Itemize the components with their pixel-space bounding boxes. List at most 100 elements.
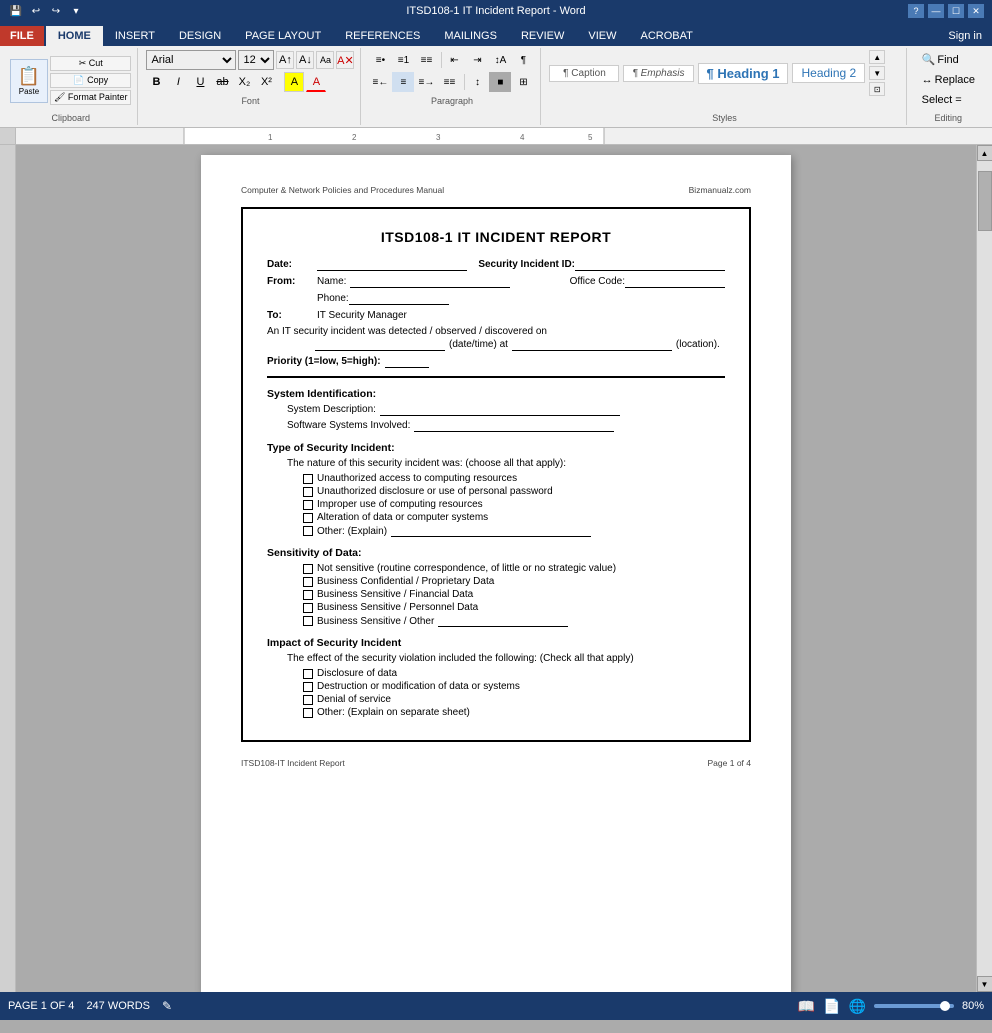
zoom-thumb[interactable] — [940, 1001, 950, 1011]
style-caption[interactable]: ¶ Caption — [549, 65, 619, 82]
styles-scroll-up[interactable]: ▲ — [869, 50, 885, 64]
checkbox-icon[interactable] — [303, 590, 313, 600]
priority-field[interactable] — [385, 356, 429, 368]
date-field[interactable] — [317, 259, 467, 271]
vertical-scrollbar[interactable]: ▲ ▼ — [976, 145, 992, 992]
tab-home[interactable]: HOME — [46, 26, 103, 46]
change-case-button[interactable]: Aa — [316, 51, 334, 69]
replace-button[interactable]: ↔ Replace — [915, 71, 982, 89]
checkbox-icon[interactable] — [303, 474, 313, 484]
align-center-button[interactable]: ≡ — [392, 72, 414, 92]
style-emphasis[interactable]: ¶ Emphasis — [623, 65, 693, 82]
scroll-track[interactable] — [977, 161, 992, 976]
minimize-button[interactable]: — — [928, 4, 944, 18]
checkbox-icon[interactable] — [303, 577, 313, 587]
checkbox-icon[interactable] — [303, 513, 313, 523]
paste-button[interactable]: 📋 Paste — [10, 59, 48, 103]
format-painter-button[interactable]: 🖌 Format Painter — [50, 90, 131, 105]
increase-indent-button[interactable]: ⇥ — [466, 50, 488, 70]
align-right-button[interactable]: ≡→ — [415, 72, 437, 92]
styles-scroll-down[interactable]: ▼ — [869, 66, 885, 80]
checkbox-icon[interactable] — [303, 708, 313, 718]
checkbox-icon[interactable] — [303, 616, 313, 626]
checkbox-icon[interactable] — [303, 526, 313, 536]
scroll-thumb[interactable] — [978, 171, 992, 231]
superscript-button[interactable]: X² — [256, 72, 276, 92]
view-web-button[interactable]: 🌐 — [849, 998, 866, 1015]
window-controls[interactable]: ? — ☐ ✕ — [908, 4, 984, 18]
save-button[interactable]: 💾 — [8, 3, 24, 19]
location-field[interactable] — [512, 339, 672, 351]
view-read-button[interactable]: 📖 — [798, 998, 815, 1015]
sort-button[interactable]: ↕A — [489, 50, 511, 70]
multilevel-button[interactable]: ≡≡ — [415, 50, 437, 70]
tab-page-layout[interactable]: PAGE LAYOUT — [233, 26, 333, 46]
align-left-button[interactable]: ≡← — [369, 72, 391, 92]
style-heading2[interactable]: Heading 2 — [792, 63, 865, 83]
scroll-down-button[interactable]: ▼ — [977, 976, 992, 992]
name-field[interactable] — [350, 276, 510, 288]
shading-button[interactable]: ■ — [489, 72, 511, 92]
find-button[interactable]: 🔍 Find — [915, 50, 982, 69]
clear-format-button[interactable]: A✕ — [336, 51, 354, 69]
line-spacing-button[interactable]: ↕ — [466, 72, 488, 92]
subscript-button[interactable]: X₂ — [234, 72, 254, 92]
borders-button[interactable]: ⊞ — [512, 72, 534, 92]
underline-button[interactable]: U — [190, 72, 210, 92]
document-area[interactable]: Computer & Network Policies and Procedur… — [16, 145, 976, 992]
checkbox-icon[interactable] — [303, 500, 313, 510]
datetime-field[interactable] — [315, 339, 445, 351]
quick-access-toolbar[interactable]: 💾 ↩ ↪ ▾ — [8, 3, 84, 19]
tab-design[interactable]: DESIGN — [167, 26, 233, 46]
help-button[interactable]: ? — [908, 4, 924, 18]
checkbox-icon[interactable] — [303, 695, 313, 705]
font-size-selector[interactable]: 12 — [238, 50, 274, 70]
customize-button[interactable]: ▾ — [68, 3, 84, 19]
close-button[interactable]: ✕ — [968, 4, 984, 18]
font-color-button[interactable]: A — [306, 72, 326, 92]
maximize-button[interactable]: ☐ — [948, 4, 964, 18]
redo-button[interactable]: ↪ — [48, 3, 64, 19]
decrease-font-button[interactable]: A↓ — [296, 51, 314, 69]
font-family-selector[interactable]: Arial — [146, 50, 236, 70]
checkbox-icon[interactable] — [303, 669, 313, 679]
cut-button[interactable]: ✂ Cut — [50, 56, 131, 71]
select-button[interactable]: Select = — [915, 91, 982, 109]
decrease-indent-button[interactable]: ⇤ — [443, 50, 465, 70]
text-highlight-button[interactable]: A — [284, 72, 304, 92]
strikethrough-button[interactable]: ab — [212, 72, 232, 92]
undo-button[interactable]: ↩ — [28, 3, 44, 19]
numbering-button[interactable]: ≡1 — [392, 50, 414, 70]
bullets-button[interactable]: ≡• — [369, 50, 391, 70]
justify-button[interactable]: ≡≡ — [438, 72, 460, 92]
tab-mailings[interactable]: MAILINGS — [432, 26, 509, 46]
checkbox-icon[interactable] — [303, 487, 313, 497]
tab-acrobat[interactable]: ACROBAT — [628, 26, 704, 46]
styles-expand[interactable]: ⊡ — [869, 82, 885, 96]
sensitivity-other-field[interactable] — [438, 615, 568, 627]
system-desc-field[interactable] — [380, 404, 620, 416]
other-type-field[interactable] — [391, 525, 591, 537]
tab-review[interactable]: REVIEW — [509, 26, 576, 46]
tab-view[interactable]: VIEW — [576, 26, 628, 46]
phone-field[interactable] — [349, 293, 449, 305]
tab-file[interactable]: FILE — [0, 26, 44, 46]
zoom-slider[interactable] — [874, 1004, 954, 1008]
scroll-up-button[interactable]: ▲ — [977, 145, 992, 161]
show-formatting-button[interactable]: ¶ — [512, 50, 534, 70]
style-heading1[interactable]: ¶ Heading 1 — [698, 63, 789, 84]
security-id-field[interactable] — [575, 259, 725, 271]
checkbox-icon[interactable] — [303, 564, 313, 574]
sign-in-link[interactable]: Sign in — [938, 26, 992, 46]
tab-references[interactable]: REFERENCES — [333, 26, 432, 46]
view-print-button[interactable]: 📄 — [823, 998, 840, 1015]
office-code-field[interactable] — [625, 276, 725, 288]
software-field[interactable] — [414, 420, 614, 432]
increase-font-button[interactable]: A↑ — [276, 51, 294, 69]
bold-button[interactable]: B — [146, 72, 166, 92]
checkbox-icon[interactable] — [303, 682, 313, 692]
tab-insert[interactable]: INSERT — [103, 26, 167, 46]
italic-button[interactable]: I — [168, 72, 188, 92]
copy-button[interactable]: 📄 Copy — [50, 73, 131, 88]
checkbox-icon[interactable] — [303, 603, 313, 613]
